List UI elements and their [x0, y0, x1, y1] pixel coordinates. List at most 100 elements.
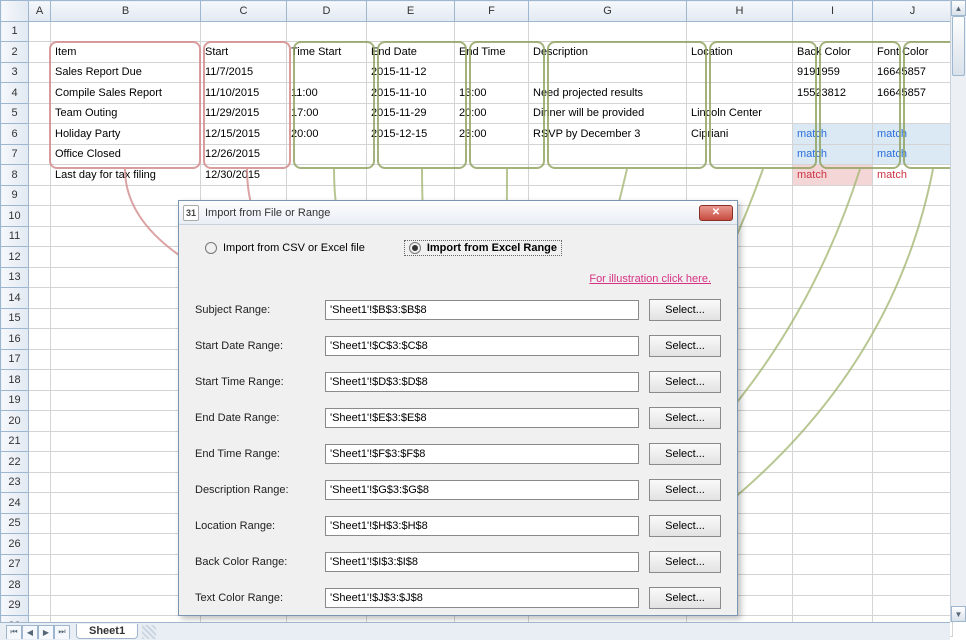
cell[interactable] — [873, 554, 953, 575]
row-header[interactable]: 4 — [1, 83, 29, 104]
cell[interactable] — [687, 83, 793, 104]
column-header[interactable]: C — [201, 1, 287, 22]
cell[interactable] — [873, 226, 953, 247]
cell[interactable] — [873, 21, 953, 42]
cell[interactable] — [873, 493, 953, 514]
row-header[interactable]: 19 — [1, 390, 29, 411]
cell[interactable]: Font Color — [873, 42, 953, 63]
select-all-cell[interactable] — [1, 1, 29, 22]
cell[interactable] — [29, 472, 51, 493]
cell[interactable] — [29, 62, 51, 83]
cell[interactable] — [793, 554, 873, 575]
cell[interactable]: 2015-11-29 — [367, 103, 455, 124]
tab-nav-first[interactable]: ⏮ — [6, 625, 22, 639]
cell[interactable] — [529, 144, 687, 165]
row-header[interactable]: 12 — [1, 247, 29, 268]
cell[interactable]: End Time — [455, 42, 529, 63]
cell[interactable]: match — [793, 144, 873, 165]
select-range-button[interactable]: Select... — [649, 443, 721, 465]
cell[interactable] — [873, 185, 953, 206]
row-header[interactable]: 2 — [1, 42, 29, 63]
column-header[interactable]: G — [529, 1, 687, 22]
row-header[interactable]: 17 — [1, 349, 29, 370]
row-header[interactable]: 20 — [1, 411, 29, 432]
cell[interactable] — [29, 21, 51, 42]
cell[interactable] — [687, 144, 793, 165]
cell[interactable] — [793, 206, 873, 227]
row-header[interactable]: 11 — [1, 226, 29, 247]
cell[interactable] — [29, 42, 51, 63]
select-range-button[interactable]: Select... — [649, 371, 721, 393]
cell[interactable]: match — [873, 124, 953, 145]
row-header[interactable]: 25 — [1, 513, 29, 534]
cell[interactable] — [29, 226, 51, 247]
cell[interactable]: 13:00 — [455, 83, 529, 104]
row-header[interactable]: 14 — [1, 288, 29, 309]
row-header[interactable]: 7 — [1, 144, 29, 165]
cell[interactable] — [29, 267, 51, 288]
select-range-button[interactable]: Select... — [649, 551, 721, 573]
cell[interactable] — [793, 247, 873, 268]
row-header[interactable]: 9 — [1, 185, 29, 206]
cell[interactable] — [287, 21, 367, 42]
cell[interactable] — [793, 267, 873, 288]
cell[interactable] — [873, 575, 953, 596]
tab-grip-icon[interactable] — [142, 625, 156, 639]
cell[interactable] — [793, 21, 873, 42]
cell[interactable] — [687, 21, 793, 42]
cell[interactable]: 16645857 — [873, 62, 953, 83]
cell[interactable] — [29, 595, 51, 616]
cell[interactable]: Location — [687, 42, 793, 63]
cell[interactable] — [873, 267, 953, 288]
cell[interactable]: Back Color — [793, 42, 873, 63]
cell[interactable] — [287, 144, 367, 165]
cell[interactable]: 9191959 — [793, 62, 873, 83]
sheet-tab[interactable]: Sheet1 — [76, 624, 138, 639]
cell[interactable] — [29, 452, 51, 473]
cell[interactable] — [873, 390, 953, 411]
cell[interactable] — [29, 513, 51, 534]
cell[interactable] — [793, 226, 873, 247]
cell[interactable] — [29, 185, 51, 206]
cell[interactable] — [29, 370, 51, 391]
cell[interactable] — [793, 411, 873, 432]
cell[interactable] — [687, 165, 793, 186]
cell[interactable] — [873, 103, 953, 124]
cell[interactable] — [793, 329, 873, 350]
range-input[interactable] — [325, 516, 639, 536]
cell[interactable]: Compile Sales Report — [51, 83, 201, 104]
cell[interactable] — [793, 185, 873, 206]
vertical-scrollbar[interactable]: ▲ ▼ — [950, 0, 966, 622]
cell[interactable] — [29, 575, 51, 596]
cell[interactable]: 2015-12-15 — [367, 124, 455, 145]
cell[interactable] — [29, 165, 51, 186]
cell[interactable]: Sales Report Due — [51, 62, 201, 83]
cell[interactable] — [793, 595, 873, 616]
cell[interactable]: match — [793, 165, 873, 186]
cell[interactable] — [455, 62, 529, 83]
cell[interactable] — [873, 370, 953, 391]
close-icon[interactable]: ✕ — [699, 205, 733, 221]
column-header[interactable]: B — [51, 1, 201, 22]
cell[interactable] — [793, 513, 873, 534]
range-input[interactable] — [325, 336, 639, 356]
cell[interactable] — [873, 472, 953, 493]
cell[interactable] — [793, 575, 873, 596]
cell[interactable] — [873, 206, 953, 227]
row-header[interactable]: 15 — [1, 308, 29, 329]
cell[interactable] — [455, 165, 529, 186]
cell[interactable]: Dinner will be provided — [529, 103, 687, 124]
row-header[interactable]: 6 — [1, 124, 29, 145]
cell[interactable]: Start — [201, 42, 287, 63]
cell[interactable] — [29, 493, 51, 514]
cell[interactable] — [29, 83, 51, 104]
row-header[interactable]: 13 — [1, 267, 29, 288]
cell[interactable]: Time Start — [287, 42, 367, 63]
cell[interactable] — [793, 534, 873, 555]
cell[interactable] — [793, 390, 873, 411]
column-header[interactable]: I — [793, 1, 873, 22]
cell[interactable] — [873, 452, 953, 473]
cell[interactable]: 11/10/2015 — [201, 83, 287, 104]
tab-nav-last[interactable]: ⏭ — [54, 625, 70, 639]
row-header[interactable]: 8 — [1, 165, 29, 186]
